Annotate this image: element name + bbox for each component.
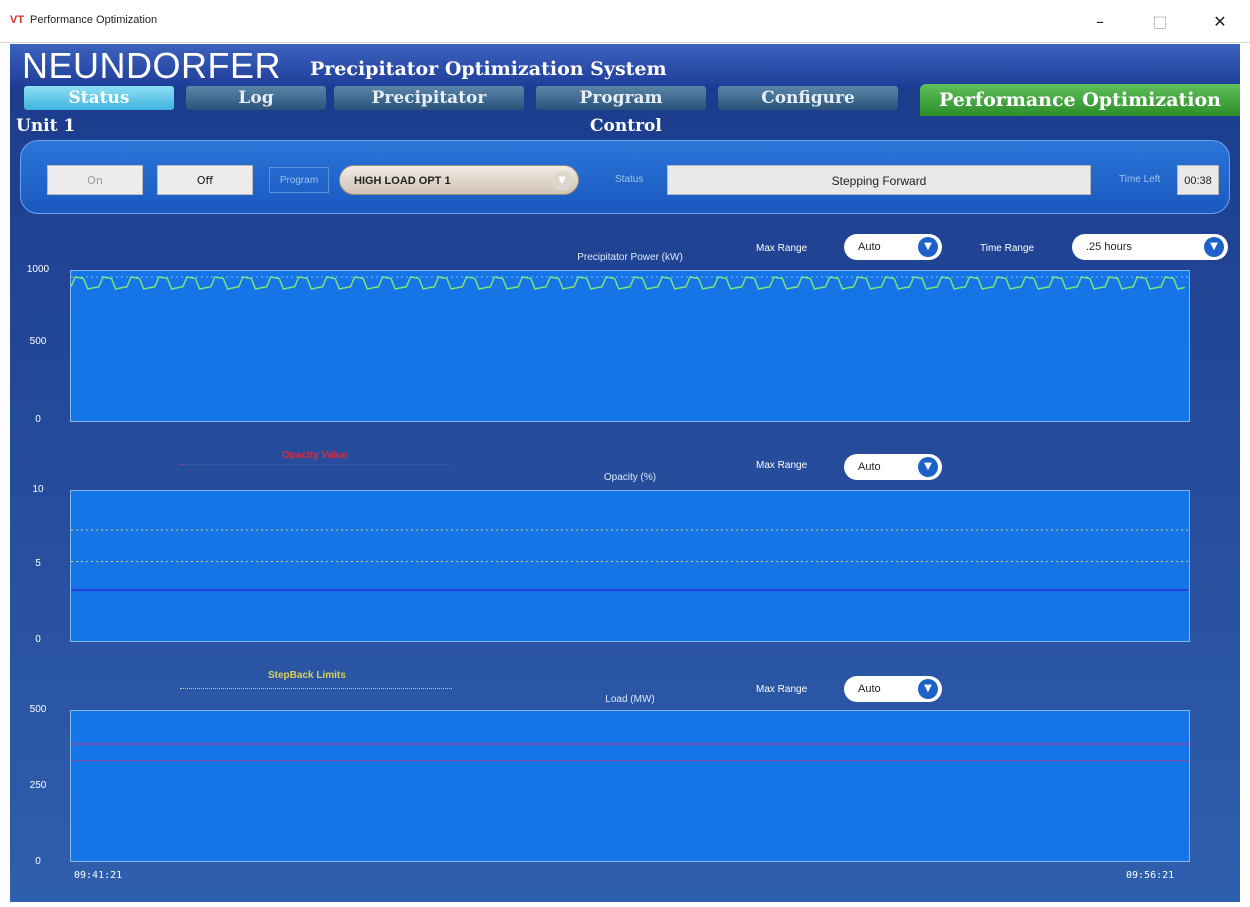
time-axis-start: 09:41:21 <box>74 870 123 881</box>
window-title: Performance Optimization <box>30 14 158 26</box>
opacity-max-range-value: Auto <box>858 461 881 473</box>
control-panel: On Off Program HIGH LOAD OPT 1 ▼ Status … <box>20 140 1230 214</box>
load-chart-title: Load (MW) <box>605 694 655 705</box>
time-range-dropdown[interactable]: .25 hours ▼ <box>1072 234 1228 260</box>
load-chart-svg <box>71 743 1189 761</box>
power-max-range-label: Max Range <box>756 243 808 254</box>
opacity-plot-area <box>70 490 1190 642</box>
program-label: Program <box>269 167 329 193</box>
program-select[interactable]: HIGH LOAD OPT 1 ▼ <box>339 165 579 195</box>
app-frame: NEUNDORFER Precipitator Optimization Sys… <box>10 44 1240 902</box>
app-icon: VT <box>10 14 25 26</box>
y-tick-label: 0 <box>35 634 41 645</box>
power-series-line <box>71 276 1185 290</box>
minimize-icon[interactable]: – <box>1080 10 1120 34</box>
time-range-label: Time Range <box>980 243 1035 254</box>
load-max-range-value: Auto <box>858 683 881 695</box>
y-tick-label: 1000 <box>26 264 50 275</box>
load-plot-area <box>70 710 1190 862</box>
app-subtitle: Precipitator Optimization System <box>310 58 667 80</box>
time-axis-end: 09:56:21 <box>1126 870 1175 881</box>
y-tick-label: 0 <box>35 414 41 425</box>
power-max-range-value: Auto <box>858 241 881 253</box>
stepback-limits-label: StepBack Limits <box>268 670 346 681</box>
y-tick-label: 500 <box>29 336 47 347</box>
chevron-down-icon: ▼ <box>918 237 938 257</box>
opacity-chart-svg <box>71 529 1189 591</box>
tab-status[interactable]: Status <box>24 86 174 110</box>
opacity-legend-line <box>180 464 452 465</box>
tab-precipitator[interactable]: Precipitator <box>334 86 524 110</box>
tab-configure[interactable]: Configure <box>718 86 898 110</box>
chevron-down-icon: ▼ <box>918 457 938 477</box>
power-plot-area <box>70 270 1190 422</box>
power-max-range-dropdown[interactable]: Auto ▼ <box>844 234 942 260</box>
load-max-range-dropdown[interactable]: Auto ▼ <box>844 676 942 702</box>
on-button[interactable]: On <box>47 165 143 195</box>
program-value: HIGH LOAD OPT 1 <box>354 175 451 187</box>
time-left-value: 00:38 <box>1177 165 1219 195</box>
close-icon[interactable]: ✕ <box>1200 10 1240 34</box>
power-chart-svg <box>71 276 1189 290</box>
tab-bar: Status Log Precipitator Program Configur… <box>10 82 1240 116</box>
opacity-max-range-label: Max Range <box>756 460 808 471</box>
opacity-chart-title: Opacity (%) <box>603 472 657 483</box>
y-tick-label: 250 <box>29 780 47 791</box>
y-tick-label: 5 <box>35 558 41 569</box>
chevron-down-icon: ▼ <box>918 679 938 699</box>
y-tick-label: 10 <box>32 484 44 495</box>
chevron-down-icon: ▼ <box>552 171 572 191</box>
opacity-legend-label: Opacity Value <box>282 450 348 461</box>
time-range-value: .25 hours <box>1086 241 1132 253</box>
opacity-max-range-dropdown[interactable]: Auto ▼ <box>844 454 942 480</box>
brand-logo: NEUNDORFER <box>22 45 282 86</box>
time-left-label: Time Left <box>1119 174 1161 185</box>
off-button[interactable]: Off <box>157 165 253 195</box>
chevron-down-icon: ▼ <box>1204 237 1224 257</box>
load-legend-line <box>180 688 452 689</box>
status-value: Stepping Forward <box>667 165 1091 195</box>
unit-title: Unit 1 <box>16 116 76 136</box>
tab-log[interactable]: Log <box>186 86 326 110</box>
power-chart-title: Precipitator Power (kW) <box>577 252 683 263</box>
tab-program[interactable]: Program <box>536 86 706 110</box>
status-label: Status <box>615 174 644 185</box>
window-titlebar: VT Performance Optimization – □ ✕ <box>0 0 1250 43</box>
control-title: Control <box>590 116 662 136</box>
y-tick-label: 500 <box>29 704 47 715</box>
load-max-range-label: Max Range <box>756 684 808 695</box>
tab-performance-optimization[interactable]: Performance Optimization <box>920 84 1240 116</box>
maximize-icon[interactable]: □ <box>1140 10 1180 34</box>
y-tick-label: 0 <box>35 856 41 867</box>
